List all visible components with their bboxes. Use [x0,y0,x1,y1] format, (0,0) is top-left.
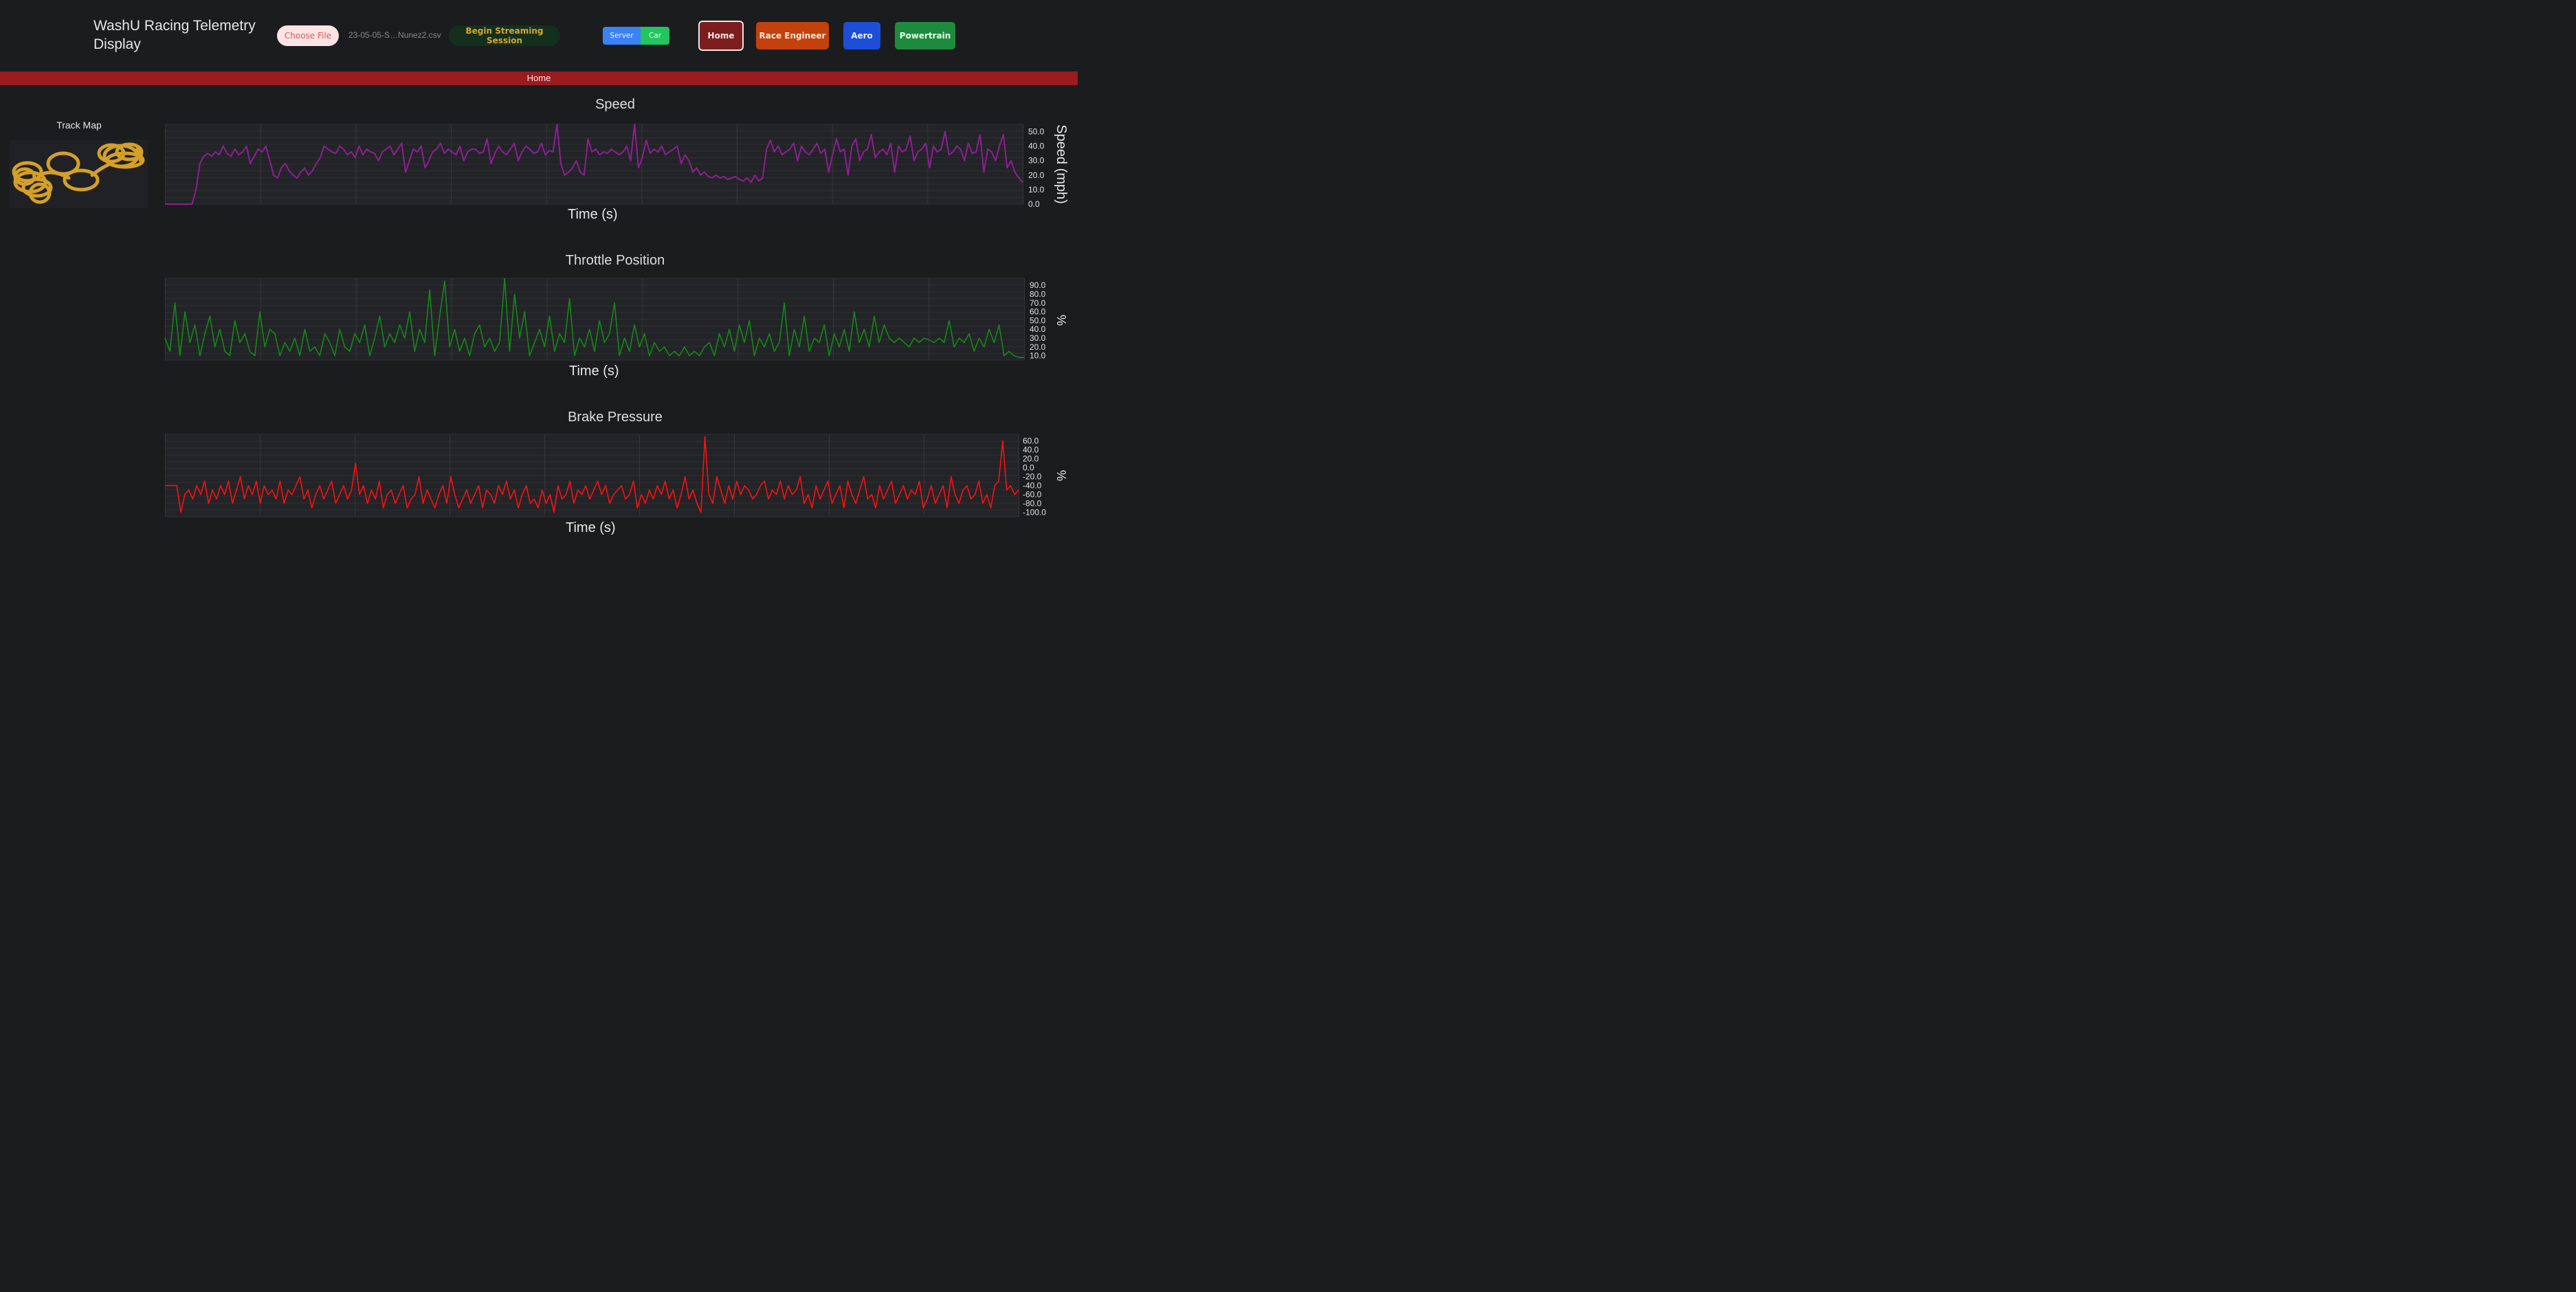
telemetry-charts[interactable]: 0.010.020.030.040.050.0 Speed (mph)10.020… [0,0,1078,541]
brake-chart[interactable]: -100.0-80.0-60.0-40.0-20.00.020.040.060.… [165,434,1068,517]
brake-y-tick-label: -20.0 [1023,472,1042,482]
throttle-y-tick-label: 10.0 [1030,351,1046,361]
speed-y-tick-label: 10.0 [1028,185,1045,194]
throttle-y-tick-label: 60.0 [1030,307,1046,317]
brake-y-tick-label: -60.0 [1023,490,1042,500]
speed-y-tick-label: 50.0 [1028,127,1045,137]
brake-y-tick-label: -80.0 [1023,499,1042,509]
speed-y-axis-label: Speed (mph) [1054,124,1069,204]
speed-chart[interactable]: 0.0 10.0 20.0 30.0 40.0 50.0 Speed (mph) [165,124,1069,209]
brake-y-tick-label: 0.0 [1023,463,1034,473]
speed-y-tick-label: 30.0 [1028,156,1045,166]
brake-y-tick-label: -100.0 [1023,508,1046,517]
brake-y-tick-label: 60.0 [1023,436,1039,446]
brake-y-tick-label: 40.0 [1023,445,1039,455]
throttle-y-tick-label: 50.0 [1030,315,1046,325]
throttle-y-tick-label: 40.0 [1030,324,1046,334]
throttle-y-tick-label: 80.0 [1030,289,1046,299]
speed-y-tick-label: 20.0 [1028,170,1045,180]
throttle-y-tick-label: 70.0 [1030,298,1046,308]
brake-y-tick-label: 20.0 [1023,454,1039,464]
throttle-chart[interactable]: 10.020.030.040.050.060.070.080.090.0% [164,278,1068,361]
brake-y-axis-label: % [1054,470,1068,481]
brake-y-tick-label: -40.0 [1023,481,1042,491]
throttle-y-tick-label: 90.0 [1030,280,1046,290]
speed-y-tick-label: 40.0 [1028,142,1045,151]
throttle-y-axis-label: % [1054,315,1068,326]
throttle-y-tick-label: 20.0 [1030,342,1046,352]
throttle-y-tick-label: 30.0 [1030,333,1046,343]
speed-y-tick-label: 0.0 [1028,199,1040,209]
